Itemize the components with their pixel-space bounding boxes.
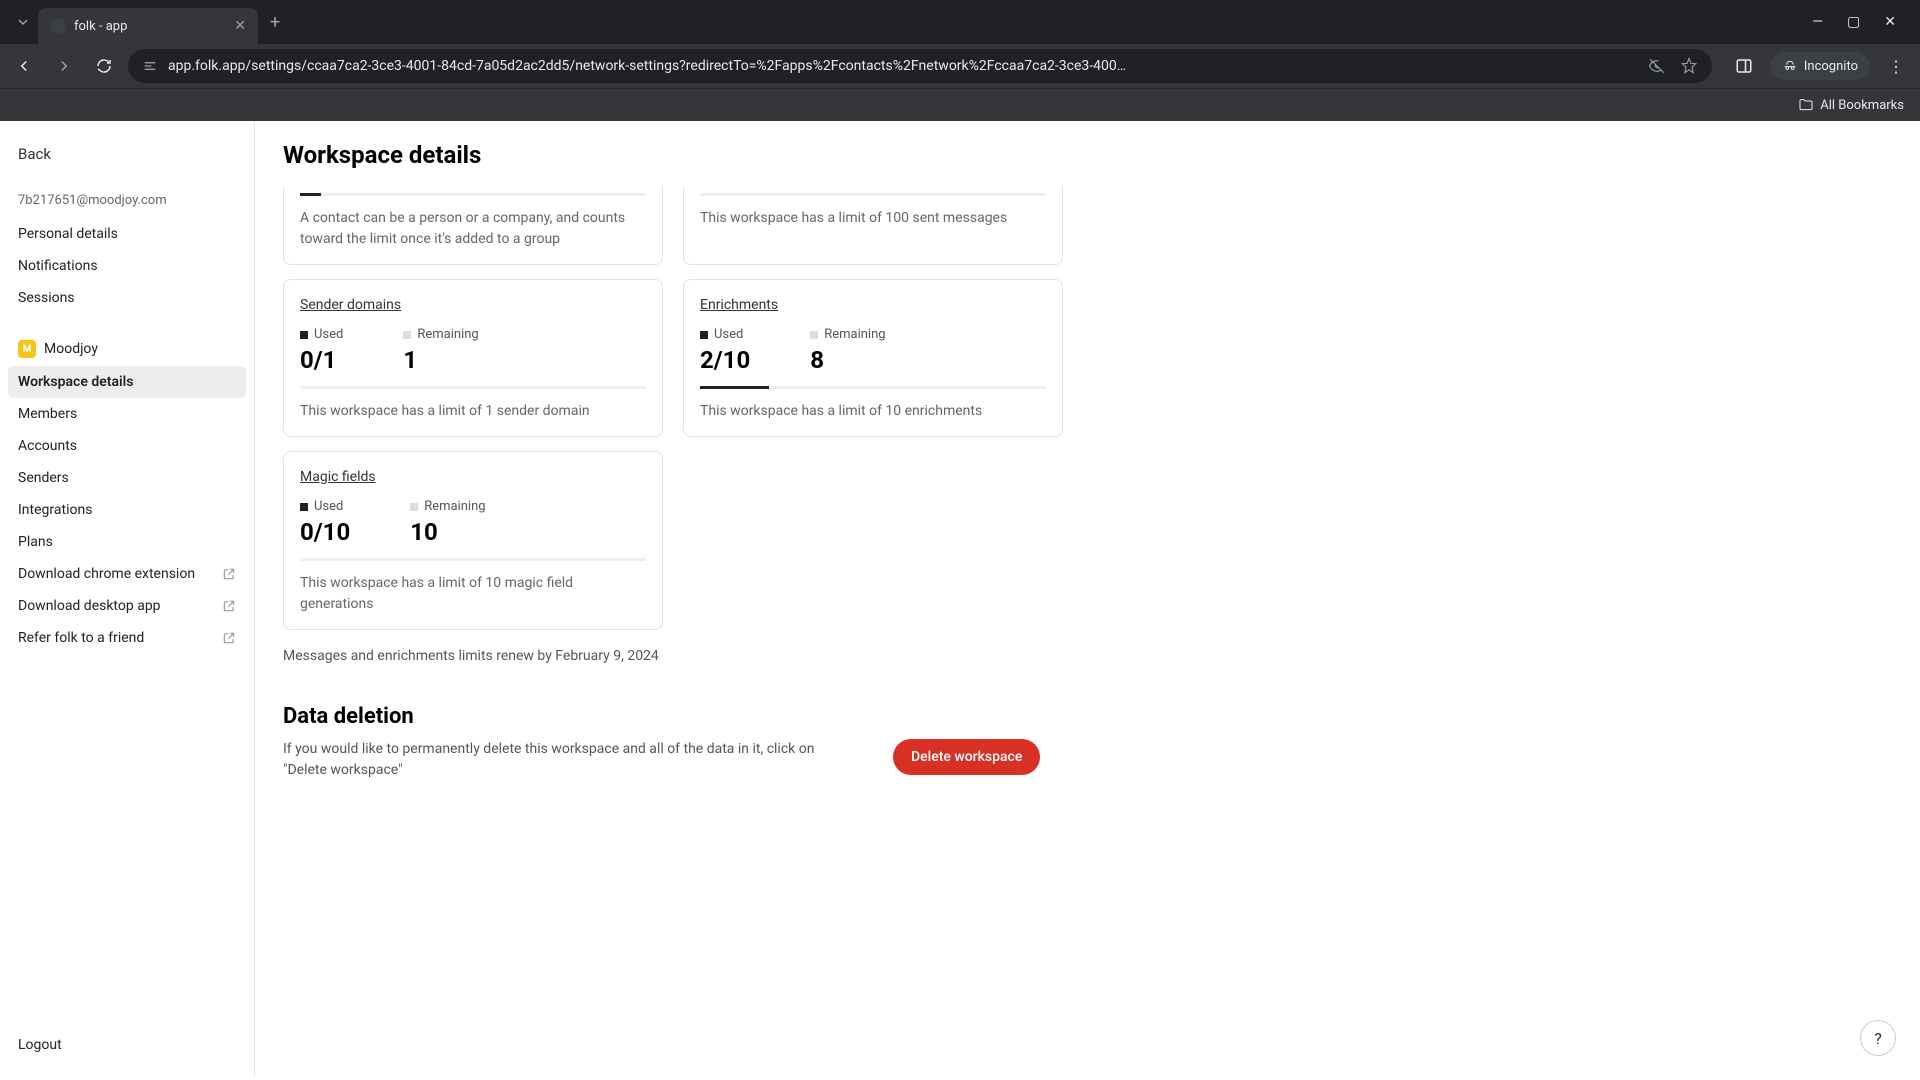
external-link-icon — [222, 631, 236, 645]
card-description: A contact can be a person or a company, … — [300, 208, 646, 250]
external-link-icon — [222, 567, 236, 581]
workspace-badge-icon: M — [18, 340, 36, 358]
progress-bar — [300, 558, 646, 561]
used-label: Used — [300, 499, 350, 514]
card-description: This workspace has a limit of 100 sent m… — [700, 208, 1046, 229]
reload-icon[interactable] — [88, 50, 120, 82]
deletion-description: If you would like to permanently delete … — [283, 739, 853, 781]
tab-close-icon[interactable]: ✕ — [234, 18, 246, 34]
browser-tab[interactable]: folk - app ✕ — [38, 8, 258, 44]
bookmarks-bar: All Bookmarks — [0, 88, 1920, 121]
used-label: Used — [300, 327, 343, 342]
sidebar-item-workspace-details[interactable]: Workspace details — [8, 366, 246, 398]
card-title-link[interactable]: Enrichments — [700, 297, 778, 313]
progress-bar — [700, 386, 1046, 389]
sidebar-item-desktop-app[interactable]: Download desktop app — [8, 590, 246, 622]
page-title: Workspace details — [283, 141, 1892, 169]
remaining-label: Remaining — [403, 327, 478, 342]
sidebar-item-senders[interactable]: Senders — [8, 462, 246, 494]
forward-nav-icon[interactable] — [48, 50, 80, 82]
back-nav-icon[interactable] — [8, 50, 40, 82]
sidebar-workspace-header[interactable]: M Moodjoy — [8, 332, 246, 366]
used-value: 0/10 — [300, 518, 350, 546]
external-link-icon — [222, 599, 236, 613]
site-settings-icon[interactable] — [142, 58, 158, 74]
app-container: Back 7b217651@moodjoy.com Personal detai… — [0, 121, 1920, 1077]
sidebar-item-chrome-extension[interactable]: Download chrome extension — [8, 558, 246, 590]
sidebar-item-personal-details[interactable]: Personal details — [8, 218, 246, 250]
help-button[interactable]: ? — [1860, 1020, 1896, 1056]
eye-off-icon[interactable] — [1648, 57, 1666, 75]
progress-bar — [700, 193, 1046, 196]
card-title-link[interactable]: Magic fields — [300, 469, 376, 485]
sidebar-item-plans[interactable]: Plans — [8, 526, 246, 558]
url-bar: app.folk.app/settings/ccaa7ca2-3ce3-4001… — [0, 44, 1920, 88]
remaining-label: Remaining — [810, 327, 885, 342]
data-deletion-title: Data deletion — [283, 704, 1892, 729]
sidebar-item-integrations[interactable]: Integrations — [8, 494, 246, 526]
remaining-value: 8 — [810, 346, 885, 374]
new-tab-button[interactable]: + — [258, 12, 292, 33]
url-input[interactable]: app.folk.app/settings/ccaa7ca2-3ce3-4001… — [128, 49, 1712, 83]
remaining-value: 1 — [403, 346, 478, 374]
enrichments-card: Enrichments Used 2/10 Remaining 8 This w… — [683, 279, 1063, 437]
main-content: Workspace details A contact can be a per… — [255, 121, 1920, 1077]
remaining-label: Remaining — [410, 499, 485, 514]
workspace-name: Moodjoy — [44, 341, 98, 357]
sidebar-item-accounts[interactable]: Accounts — [8, 430, 246, 462]
messages-limit-card: This workspace has a limit of 100 sent m… — [683, 187, 1063, 265]
sidebar-item-members[interactable]: Members — [8, 398, 246, 430]
contacts-limit-card: A contact can be a person or a company, … — [283, 187, 663, 265]
progress-bar — [300, 193, 646, 196]
sidebar-item-logout[interactable]: Logout — [8, 1029, 246, 1061]
remaining-value: 10 — [410, 518, 485, 546]
minimize-icon[interactable]: — — [1812, 14, 1823, 30]
bookmark-star-icon[interactable] — [1680, 57, 1698, 75]
tab-search-dropdown[interactable] — [8, 7, 38, 37]
window-controls: — ▢ ✕ — [1796, 14, 1912, 30]
sidebar: Back 7b217651@moodjoy.com Personal detai… — [0, 121, 255, 1077]
back-link[interactable]: Back — [8, 137, 246, 171]
used-value: 2/10 — [700, 346, 750, 374]
magic-fields-card: Magic fields Used 0/10 Remaining 10 This… — [283, 451, 663, 630]
browser-chrome: folk - app ✕ + — ▢ ✕ app.folk.app/settin… — [0, 0, 1920, 121]
all-bookmarks-link[interactable]: All Bookmarks — [1798, 97, 1904, 113]
maximize-icon[interactable]: ▢ — [1847, 14, 1860, 30]
sidebar-item-refer[interactable]: Refer folk to a friend — [8, 622, 246, 654]
sender-domains-card: Sender domains Used 0/1 Remaining 1 This… — [283, 279, 663, 437]
renew-info: Messages and enrichments limits renew by… — [283, 648, 1892, 664]
sidebar-item-sessions[interactable]: Sessions — [8, 282, 246, 314]
used-value: 0/1 — [300, 346, 343, 374]
incognito-label: Incognito — [1804, 59, 1858, 74]
card-description: This workspace has a limit of 10 magic f… — [300, 573, 646, 615]
tab-title: folk - app — [74, 19, 226, 34]
tab-bar: folk - app ✕ + — ▢ ✕ — [0, 0, 1920, 44]
side-panel-icon[interactable] — [1728, 50, 1760, 82]
delete-workspace-button[interactable]: Delete workspace — [893, 739, 1040, 775]
user-email: 7b217651@moodjoy.com — [8, 193, 246, 218]
sidebar-item-notifications[interactable]: Notifications — [8, 250, 246, 282]
close-window-icon[interactable]: ✕ — [1884, 14, 1896, 30]
card-description: This workspace has a limit of 10 enrichm… — [700, 401, 1046, 422]
used-label: Used — [700, 327, 750, 342]
incognito-badge[interactable]: Incognito — [1770, 52, 1870, 80]
card-title-link[interactable]: Sender domains — [300, 297, 401, 313]
card-description: This workspace has a limit of 1 sender d… — [300, 401, 646, 422]
url-text: app.folk.app/settings/ccaa7ca2-3ce3-4001… — [168, 58, 1638, 74]
progress-bar — [300, 386, 646, 389]
browser-menu-icon[interactable]: ⋮ — [1880, 57, 1912, 76]
tab-favicon — [50, 18, 66, 34]
